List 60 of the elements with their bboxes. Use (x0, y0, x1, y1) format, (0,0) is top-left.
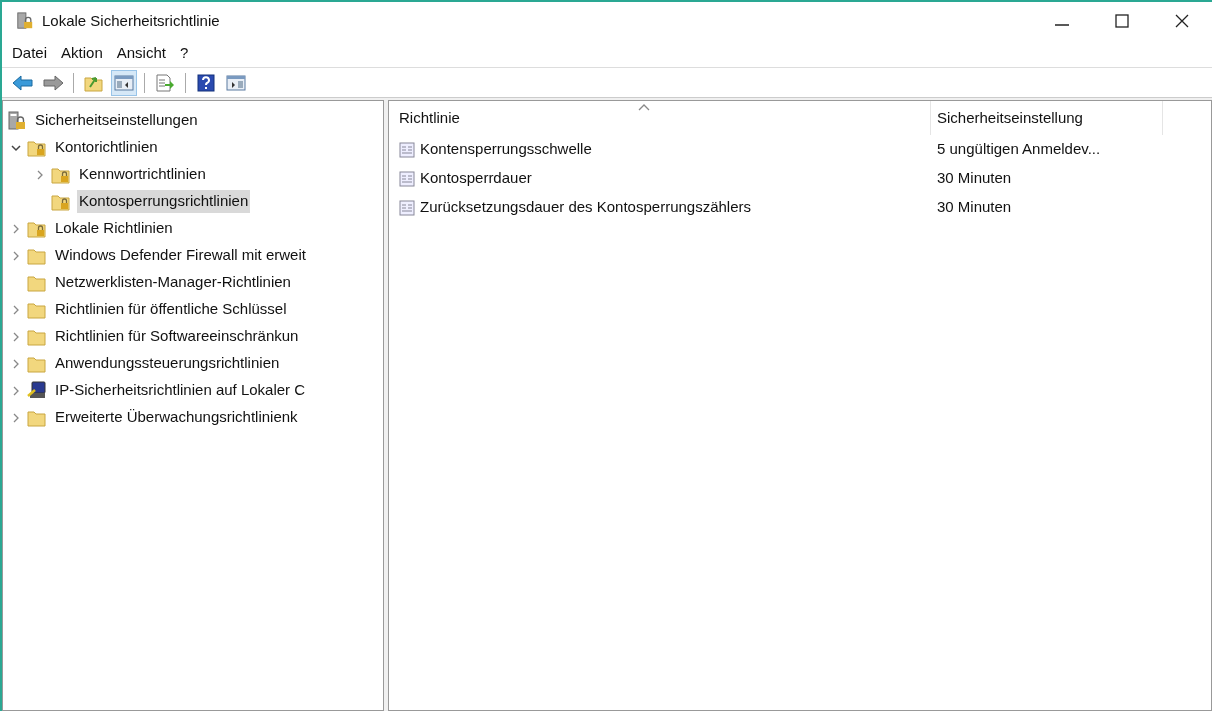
menu-item[interactable]: ? (179, 42, 189, 65)
tree-item[interactable]: Kontosperrungsrichtlinien (77, 190, 251, 213)
folder-icon (27, 246, 47, 265)
locked-folder-icon (51, 192, 71, 211)
expand-chevron-icon[interactable] (11, 412, 21, 423)
tree-item[interactable]: Windows Defender Firewall mit erweit (53, 244, 308, 267)
action-pane-icon (226, 73, 246, 92)
menu-item[interactable]: Aktion (61, 42, 103, 65)
menu-item[interactable]: Datei (12, 42, 48, 65)
computer-key-icon (27, 380, 47, 401)
folder-icon (27, 327, 47, 346)
policy-icon (399, 170, 415, 187)
expand-chevron-icon[interactable] (11, 223, 21, 234)
expand-chevron-icon[interactable] (11, 358, 21, 369)
server-lock-icon (7, 110, 27, 131)
back-arrow-icon (12, 73, 34, 92)
tree-item[interactable]: Anwendungssteuerungsrichtlinien (53, 352, 282, 375)
tree-item[interactable]: Lokale Richtlinien (53, 217, 175, 240)
forward-arrow-icon (42, 73, 64, 92)
table-cell-text: 5 ungültigen Anmeldev... (936, 139, 1101, 160)
tree-pane-icon (114, 73, 134, 92)
table-cell-text: Kontosperrdauer (420, 168, 532, 189)
expand-chevron-icon[interactable] (11, 385, 21, 396)
tree-item[interactable]: Sicherheitseinstellungen (33, 109, 200, 132)
tree-item[interactable]: Erweiterte Überwachungsrichtlinienk (53, 406, 300, 429)
minimize-icon (1055, 24, 1069, 26)
help-icon (197, 73, 215, 92)
export-list-icon (155, 73, 175, 92)
tree-item[interactable]: Netzwerklisten-Manager-Richtlinien (53, 271, 293, 294)
expand-chevron-icon[interactable] (11, 250, 21, 261)
folder-icon (27, 354, 47, 373)
collapse-chevron-icon[interactable] (11, 142, 21, 153)
maximize-icon (1115, 14, 1129, 28)
policy-icon (399, 141, 415, 158)
window-title: Lokale Sicherheitsrichtlinie (42, 10, 220, 31)
table-cell-text: Kontensperrungsschwelle (420, 139, 592, 160)
expand-chevron-icon[interactable] (11, 331, 21, 342)
expand-chevron-icon[interactable] (11, 304, 21, 315)
folder-icon (27, 408, 47, 427)
tree-item[interactable]: IP-Sicherheitsrichtlinien auf Lokaler C (53, 379, 308, 402)
column-header[interactable]: Sicherheitseinstellung (931, 101, 1163, 135)
locked-folder-icon (27, 138, 47, 157)
table-cell-text: Zurücksetzungsdauer des Kontosperrungszählers (420, 197, 752, 218)
tree-item[interactable]: Kennwortrichtlinien (77, 163, 208, 186)
expand-chevron-icon[interactable] (35, 169, 45, 180)
folder-icon (27, 273, 47, 292)
folder-icon (27, 300, 47, 319)
policy-icon (399, 199, 415, 216)
table-cell-text: 30 Minuten (936, 168, 1012, 189)
menu-item[interactable]: Ansicht (116, 42, 166, 65)
sort-caret-icon (637, 104, 650, 111)
server-lock-icon (16, 11, 34, 31)
tree-item[interactable]: Kontorichtlinien (53, 136, 160, 159)
locked-folder-icon (27, 219, 47, 238)
table-cell-text: 30 Minuten (936, 197, 1012, 218)
column-header[interactable]: Richtlinie (399, 101, 931, 135)
locked-folder-icon (51, 165, 71, 184)
tree-item[interactable]: Richtlinien für Softwareeinschränkun (53, 325, 301, 348)
close-icon (1175, 14, 1189, 28)
tree-item[interactable]: Richtlinien für öffentliche Schlüssel (53, 298, 289, 321)
